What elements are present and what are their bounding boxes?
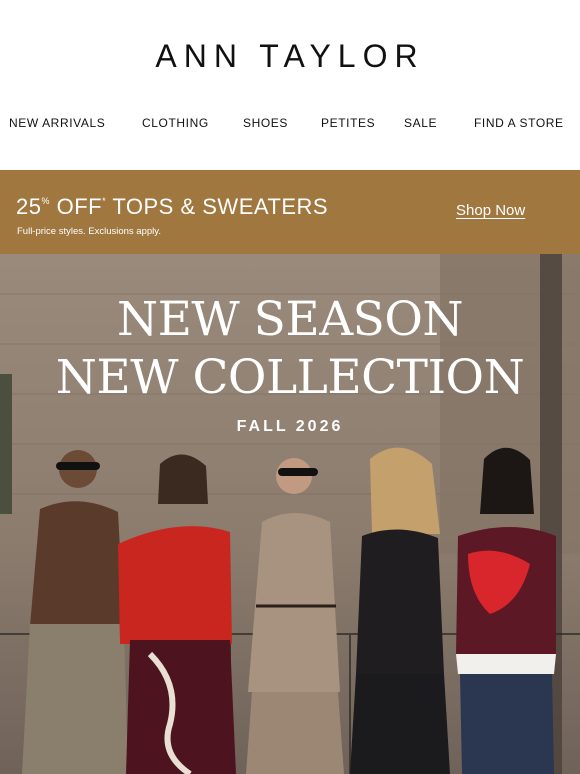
nav-new-arrivals[interactable]: NEW ARRIVALS xyxy=(9,116,105,130)
shop-now-link[interactable]: Shop Now xyxy=(456,202,525,219)
hero-title-line-2: NEW COLLECTION xyxy=(55,350,525,405)
brand-logo[interactable]: ANN TAYLOR xyxy=(0,38,580,75)
nav-find-a-store[interactable]: FIND A STORE xyxy=(474,116,564,130)
hero-title-line-1: NEW SEASON xyxy=(117,292,464,347)
promo-asterisk: * xyxy=(102,196,107,206)
promo-fine-print: Full-price styles. Exclusions apply. xyxy=(17,226,161,237)
hero-subtitle: FALL 2026 xyxy=(236,418,344,435)
email-page: ANN TAYLOR NEW ARRIVALS CLOTHING SHOES P… xyxy=(0,0,580,774)
promo-off: OFF xyxy=(56,194,103,219)
promo-headline: 25% OFF* TOPS & SWEATERS xyxy=(16,194,328,220)
promo-percent: 25 xyxy=(16,194,42,219)
hero-banner[interactable]: NEW SEASON NEW COLLECTION FALL 2026 xyxy=(0,254,580,774)
promo-banner[interactable]: 25% OFF* TOPS & SWEATERS Full-price styl… xyxy=(0,170,580,254)
nav-petites[interactable]: PETITES xyxy=(321,116,375,130)
promo-category: TOPS & SWEATERS xyxy=(112,194,329,219)
main-nav: NEW ARRIVALS CLOTHING SHOES PETITES SALE… xyxy=(0,116,580,134)
nav-sale[interactable]: SALE xyxy=(404,116,437,130)
nav-clothing[interactable]: CLOTHING xyxy=(142,116,209,130)
nav-shoes[interactable]: SHOES xyxy=(243,116,288,130)
promo-percent-sign: % xyxy=(41,196,50,206)
